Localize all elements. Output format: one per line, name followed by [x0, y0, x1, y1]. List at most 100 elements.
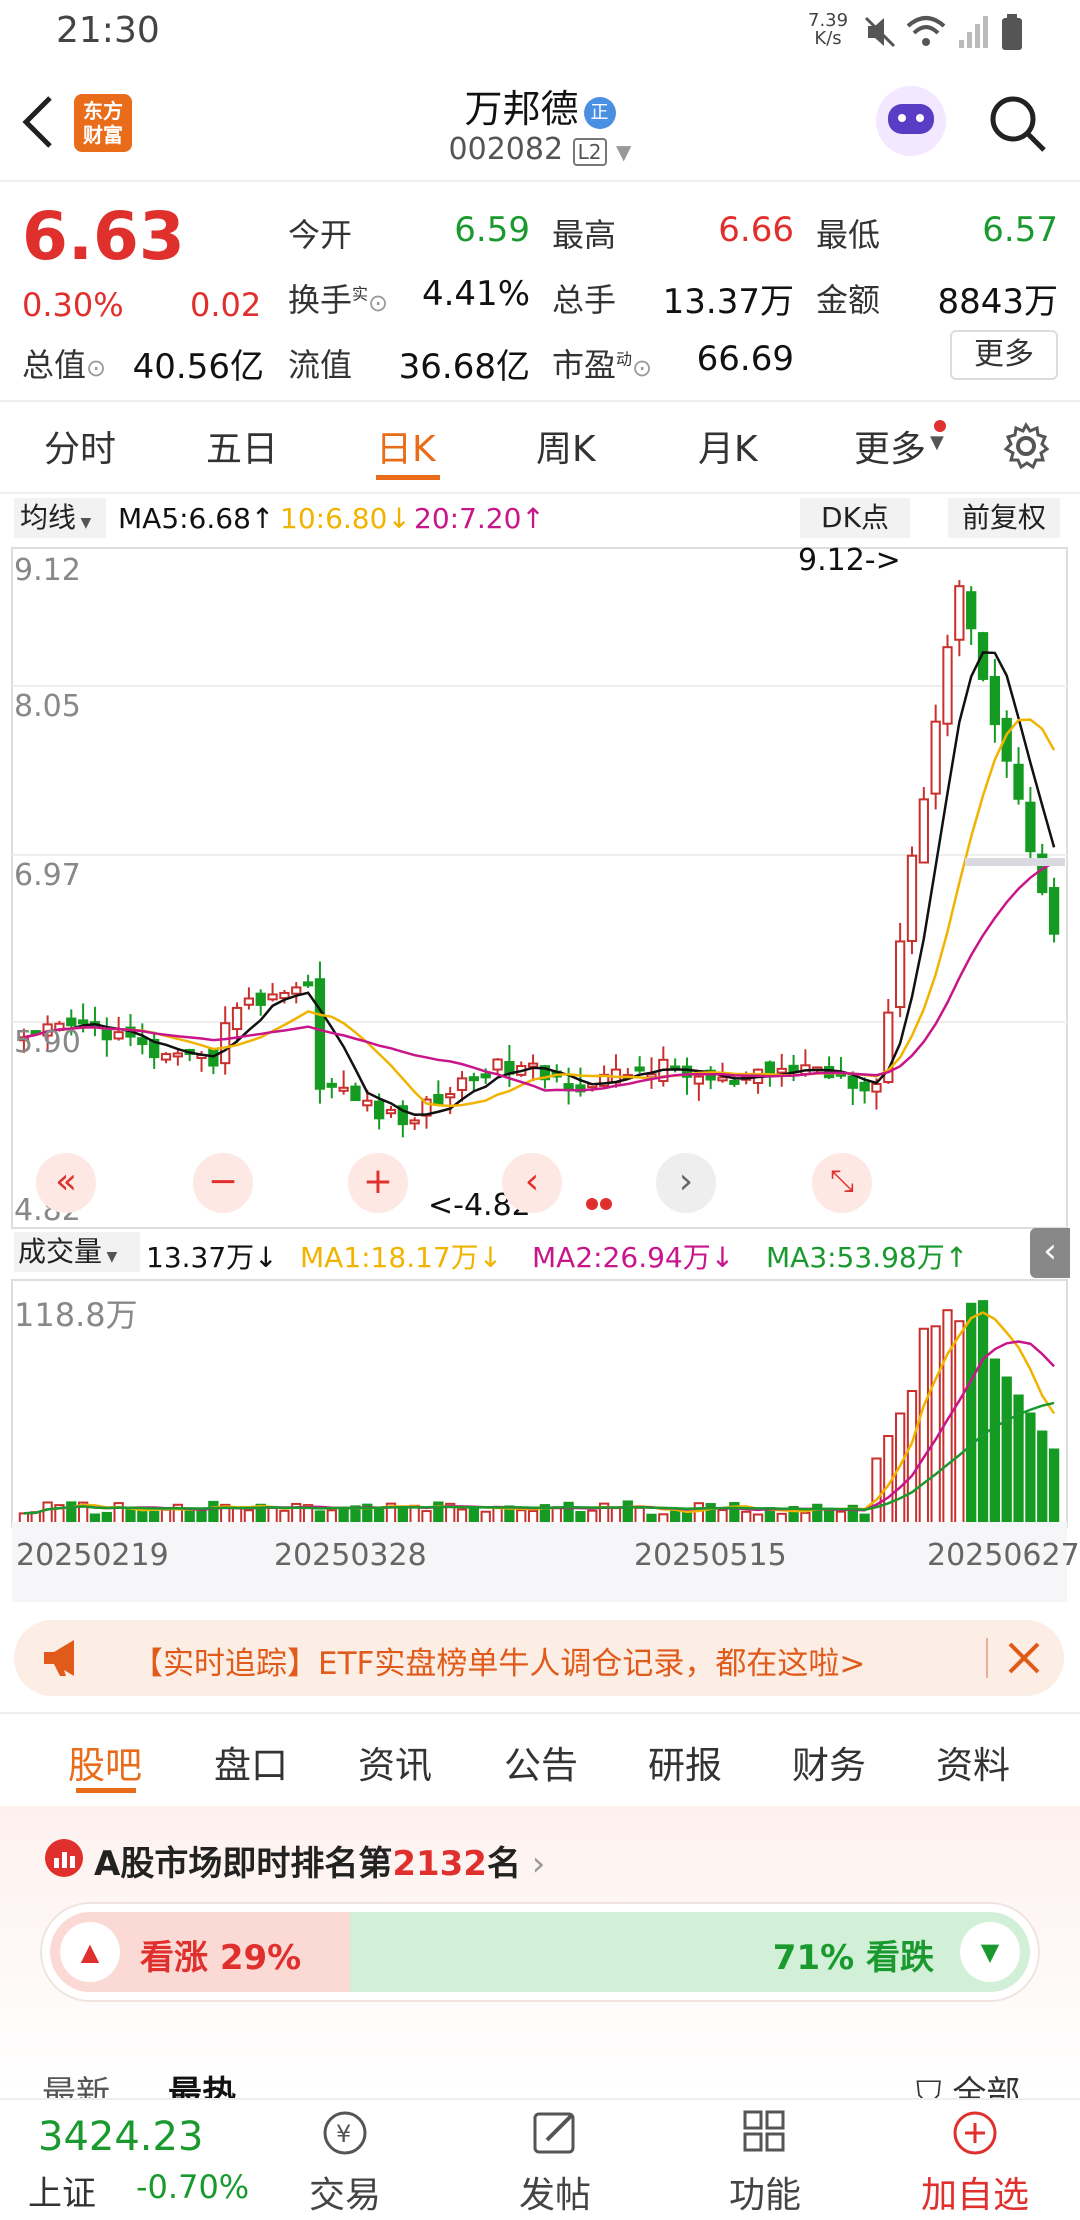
vol-ma1: MA1:18.17万↓	[300, 1241, 503, 1274]
max-price-marker: 9.12->	[798, 543, 901, 578]
prev-icon[interactable]: ‹	[502, 1153, 562, 1213]
level-badge: L2	[572, 138, 607, 166]
date-label: 20250219	[16, 1538, 169, 1573]
last-price: 6.63	[22, 198, 185, 275]
amount-value: 8843万	[937, 282, 1058, 322]
tab-five-day[interactable]: 五日	[206, 420, 278, 472]
candlestick-chart[interactable]: 9.12 8.05 6.97 5.90 4.82 9.12-> <-4.82	[0, 540, 1080, 1230]
stock-name: 万邦德	[464, 87, 579, 131]
tab-forum[interactable]: 股吧	[68, 1735, 142, 1789]
low-label: 最低	[816, 216, 881, 254]
volume-value: 13.37万↓	[146, 1241, 278, 1274]
ma20-label: 20:7.20↑	[414, 502, 545, 535]
active-tab-indicator	[76, 1788, 136, 1793]
tab-weekly-k[interactable]: 周K	[536, 420, 596, 472]
up-triangle-icon: ▲	[60, 1922, 120, 1982]
date-label: 20250515	[634, 1538, 787, 1573]
stock-code: 002082	[448, 132, 564, 167]
ma10-label: 10:6.80↓	[280, 502, 411, 535]
index-name: 上证	[28, 2174, 96, 2214]
date-label: 20250627	[927, 1538, 1080, 1573]
tab-more[interactable]: 更多	[854, 420, 926, 472]
battery-icon	[1002, 14, 1022, 50]
volume-axis-max: 118.8万	[14, 1296, 138, 1334]
svg-text:¥: ¥	[336, 2120, 351, 2148]
collapse-panel-icon[interactable]: ‹	[1030, 1228, 1070, 1278]
dk-point-button[interactable]: DK点	[800, 498, 910, 538]
turnover-value: 4.41%	[421, 274, 530, 314]
amount-label: 金额	[816, 281, 881, 319]
tab-news[interactable]: 资讯	[358, 1735, 432, 1789]
post-icon	[533, 2112, 575, 2154]
info-icon: ⊙	[632, 354, 653, 382]
next-icon[interactable]: ›	[656, 1153, 716, 1213]
fullscreen-icon[interactable]: ⤡	[812, 1153, 872, 1213]
banner-text: 【实时追踪】ETF实盘榜单牛人调仓记录，都在这啦>	[132, 1646, 866, 1682]
nav-trade[interactable]: ¥ 交易	[270, 2108, 420, 2218]
volume-value: 13.37万	[662, 282, 794, 322]
bullish-button[interactable]: ▲ 看涨 29%	[50, 1912, 350, 1992]
high-value: 6.66	[718, 210, 794, 250]
nav-add-watchlist[interactable]: 加自选	[900, 2108, 1050, 2218]
float-label: 流值	[288, 346, 353, 384]
date-label: 20250328	[274, 1538, 427, 1573]
ma-selector[interactable]: 均线 ▼	[14, 498, 106, 538]
index-change: -0.70%	[136, 2168, 250, 2206]
rewind-icon[interactable]: «	[36, 1153, 96, 1213]
net-speed: 7.39 K/s	[808, 10, 849, 49]
tab-financials[interactable]: 财务	[792, 1735, 866, 1789]
tab-announcements[interactable]: 公告	[504, 1735, 578, 1789]
price-tick: 9.12	[14, 553, 81, 588]
badge-icon: 正	[583, 97, 616, 129]
dropdown-icon: ▼	[930, 432, 944, 453]
nav-post[interactable]: 发帖	[480, 2108, 630, 2218]
stock-header: 东方 财富 万邦德 正 002082 L2 ▼	[0, 70, 1080, 182]
more-button[interactable]: 更多	[950, 330, 1058, 380]
ranking-icon	[45, 1839, 83, 1877]
ma5-label: MA5:6.68↑	[118, 502, 275, 535]
float-value: 36.68亿	[398, 347, 530, 387]
promo-banner[interactable]: 【实时追踪】ETF实盘榜单牛人调仓记录，都在这啦>	[14, 1620, 1064, 1696]
forum-panel: A股市场即时排名第2132名 › ▲ 看涨 29% 71% 看跌 ▼ 最新 最热…	[0, 1806, 1080, 2114]
nav-functions[interactable]: 功能	[690, 2108, 840, 2218]
status-time: 21:30	[56, 10, 160, 51]
tab-intraday[interactable]: 分时	[44, 420, 116, 472]
index-value[interactable]: 3424.23	[38, 2114, 203, 2160]
grid-icon	[743, 2110, 785, 2152]
turnover-label: 换手	[288, 281, 353, 319]
price-tick: 6.97	[14, 858, 81, 893]
open-label: 今开	[288, 216, 353, 254]
price-adjust-button[interactable]: 前复权	[948, 498, 1060, 538]
tab-daily-k[interactable]: 日K	[376, 420, 436, 472]
trade-icon: ¥	[323, 2111, 367, 2155]
info-icon: ⊙	[368, 289, 389, 317]
tab-orderbook[interactable]: 盘口	[214, 1735, 288, 1789]
volume-chart[interactable]: 118.8万	[0, 1278, 1080, 1528]
pe-label: 市盈	[552, 346, 617, 384]
volume-selector[interactable]: 成交量 ▼	[14, 1232, 140, 1272]
tab-monthly-k[interactable]: 月K	[698, 420, 758, 472]
page-dot	[600, 1198, 612, 1210]
close-icon[interactable]	[1006, 1640, 1042, 1676]
mktcap-value: 40.56亿	[132, 347, 264, 387]
search-icon[interactable]	[986, 92, 1050, 156]
tab-research[interactable]: 研报	[648, 1735, 722, 1789]
open-value: 6.59	[454, 210, 530, 250]
volume-label: 总手	[552, 281, 617, 319]
zoom-in-icon[interactable]: +	[348, 1153, 408, 1213]
notification-dot	[934, 420, 946, 432]
price-tick: 8.05	[14, 689, 81, 724]
page-dot	[586, 1198, 598, 1210]
ranking-text[interactable]: A股市场即时排名第2132名 ›	[94, 1836, 545, 1885]
down-triangle-icon: ▼	[960, 1922, 1020, 1982]
settings-gear-icon[interactable]	[1002, 422, 1050, 470]
zoom-out-icon[interactable]: −	[193, 1153, 253, 1213]
add-watch-icon	[953, 2111, 997, 2155]
sentiment-bar: ▲ 看涨 29% 71% 看跌 ▼	[42, 1904, 1038, 2000]
assistant-avatar[interactable]	[876, 86, 946, 156]
bearish-button[interactable]: 71% 看跌 ▼	[350, 1912, 1030, 1992]
status-bar: 21:30 7.39 K/s	[0, 0, 1080, 70]
pe-value: 66.69	[696, 339, 794, 379]
signal-icon	[959, 16, 988, 48]
tab-profile[interactable]: 资料	[936, 1735, 1010, 1789]
